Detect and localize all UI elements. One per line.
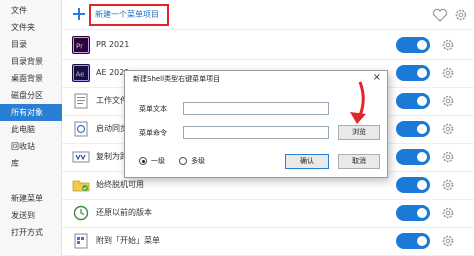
toggle-switch[interactable]: [396, 121, 430, 137]
toggle-switch[interactable]: [396, 205, 430, 221]
radio-level1[interactable]: [139, 157, 147, 165]
toggle-switch[interactable]: [396, 149, 430, 165]
ok-button[interactable]: 确认: [285, 154, 329, 169]
cancel-button[interactable]: 取消: [338, 154, 380, 169]
row-label: 还原以前的版本: [96, 208, 152, 217]
sidebar-item-send-to[interactable]: 发送到: [0, 207, 62, 224]
row-label: 附到「开始」菜单: [96, 236, 160, 245]
sidebar-item-desktop-background[interactable]: 桌面背景: [0, 70, 62, 87]
gear-icon[interactable]: [454, 8, 468, 22]
toggle-switch[interactable]: [396, 233, 430, 249]
heart-icon[interactable]: [432, 7, 448, 23]
gear-icon[interactable]: [441, 94, 455, 108]
sync-icon: [74, 121, 88, 137]
sidebar-item-all-objects[interactable]: 所有对象: [0, 104, 62, 121]
radio-multi[interactable]: [179, 157, 187, 165]
list-item[interactable]: 还原以前的版本: [62, 198, 474, 228]
toggle-switch[interactable]: [396, 65, 430, 81]
sidebar-item-this-pc[interactable]: 此电脑: [0, 121, 62, 138]
list-item[interactable]: 附到「开始」菜单: [62, 226, 474, 256]
gear-icon[interactable]: [441, 150, 455, 164]
toggle-switch[interactable]: [396, 93, 430, 109]
svg-text:Pr: Pr: [76, 43, 83, 51]
annotation-arrow: [350, 81, 366, 124]
close-icon[interactable]: ×: [373, 72, 381, 83]
sidebar-item-recycle-bin[interactable]: 回收站: [0, 138, 62, 155]
sidebar-item-disk-partition[interactable]: 磁盘分区: [0, 87, 62, 104]
sidebar-item-folder[interactable]: 文件夹: [0, 19, 62, 36]
row-label: PR 2021: [96, 40, 130, 49]
gear-icon[interactable]: [441, 122, 455, 136]
sidebar-item-library[interactable]: 库: [0, 155, 62, 172]
pin-start-icon: [74, 233, 88, 249]
new-item-row: 新建一个菜单项目: [62, 0, 474, 30]
gear-icon[interactable]: [441, 66, 455, 80]
folder-doc-icon: [74, 93, 88, 109]
menu-text-label: 菜单文本: [139, 105, 167, 113]
premiere-icon: Pr: [72, 36, 90, 54]
gear-icon[interactable]: [441, 38, 455, 52]
after-effects-icon: Ae: [72, 64, 90, 82]
radio-level1-label: 一级: [151, 157, 165, 165]
svg-text:Ae: Ae: [76, 71, 85, 79]
sidebar-item-directory-background[interactable]: 目录背景: [0, 53, 62, 70]
sidebar: 文件 文件夹 目录 目录背景 桌面背景 磁盘分区 所有对象 此电脑 回收站 库 …: [0, 0, 62, 256]
dialog-title: 新建Shell类型右键菜单项目: [133, 75, 221, 83]
copy-path-icon: [72, 151, 90, 163]
sidebar-item-file[interactable]: 文件: [0, 2, 62, 19]
gear-icon[interactable]: [441, 206, 455, 220]
radio-multi-label: 多级: [191, 157, 205, 165]
gear-icon[interactable]: [441, 178, 455, 192]
plus-icon[interactable]: [72, 7, 86, 21]
list-item[interactable]: Pr PR 2021: [62, 30, 474, 60]
restore-icon: [73, 205, 89, 221]
gear-icon[interactable]: [441, 234, 455, 248]
toggle-switch[interactable]: [396, 37, 430, 53]
sidebar-item-new-menu[interactable]: 新建菜单: [0, 190, 62, 207]
menu-command-label: 菜单命令: [139, 129, 167, 137]
new-menu-item-link[interactable]: 新建一个菜单项目: [95, 0, 159, 30]
offline-folder-icon: [72, 180, 90, 192]
toggle-switch[interactable]: [396, 177, 430, 193]
sidebar-item-open-with[interactable]: 打开方式: [0, 224, 62, 241]
sidebar-item-directory[interactable]: 目录: [0, 36, 62, 53]
